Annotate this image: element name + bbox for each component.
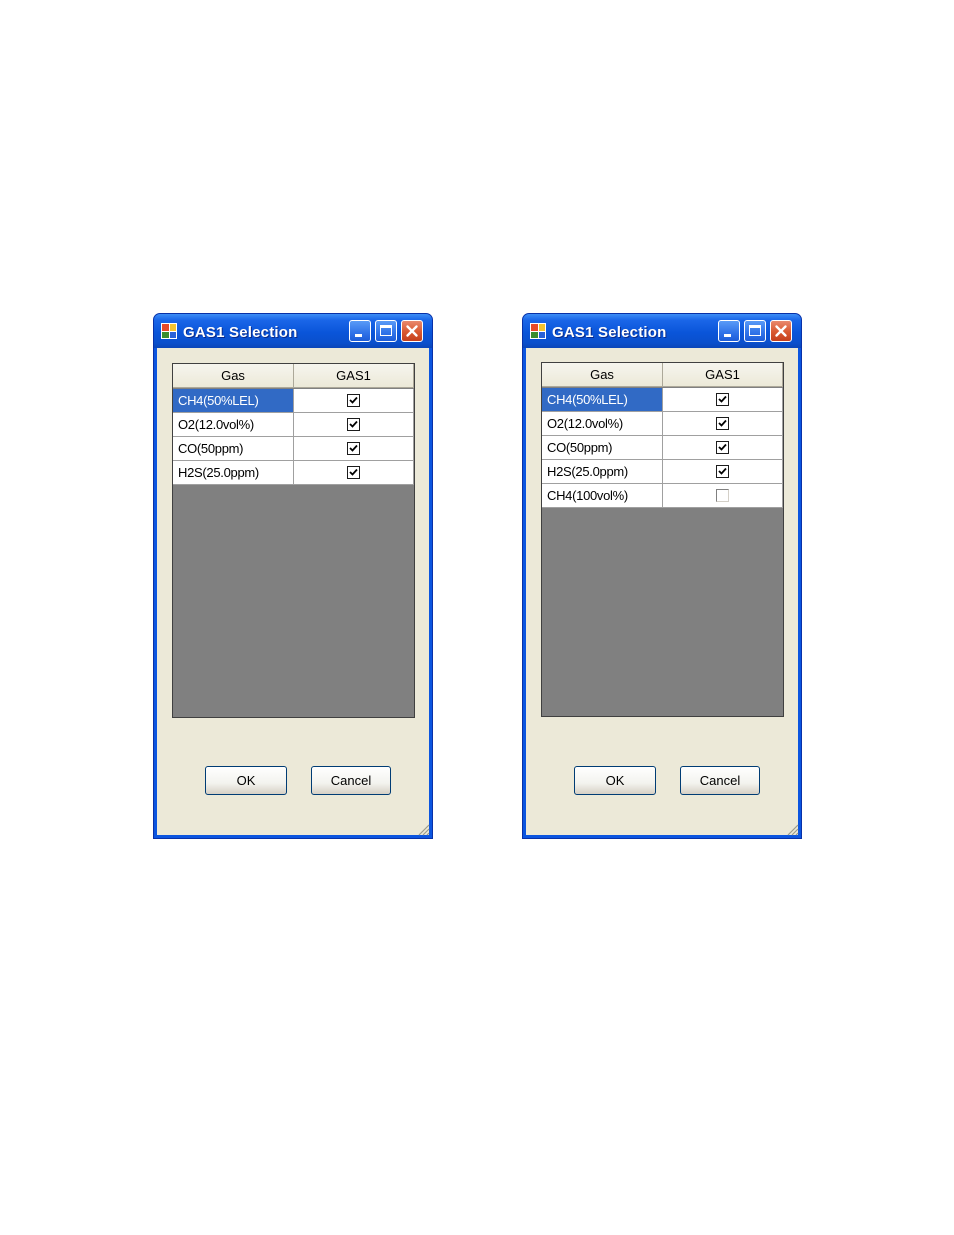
gas-name-cell[interactable]: O2(12.0vol%) [542,412,663,436]
table-row[interactable]: CO(50ppm) [173,437,414,461]
gas-grid[interactable]: Gas GAS1 CH4(50%LEL) O2(12.0vol%) CO(50p… [172,363,415,718]
gas-name-cell[interactable]: CO(50ppm) [542,436,663,460]
resize-grip-icon[interactable] [785,822,799,836]
column-header-gas[interactable]: Gas [542,363,663,387]
gas1-check-cell[interactable] [294,461,414,485]
close-button[interactable] [770,320,792,342]
table-row[interactable]: CH4(100vol%) [542,484,783,508]
checkmark-icon [718,467,727,475]
checkmark-icon [349,420,358,428]
checkbox[interactable] [716,441,729,454]
gas1-check-cell[interactable] [294,413,414,437]
gas-name-cell[interactable]: CH4(100vol%) [542,484,663,508]
checkbox[interactable] [716,393,729,406]
gas1-selection-dialog: GAS1 Selection Gas GAS1 CH4(50%LEL) O2(1… [153,313,433,839]
gas-name-cell[interactable]: O2(12.0vol%) [173,413,294,437]
grid-header-row: Gas GAS1 [542,363,783,387]
table-row[interactable]: CH4(50%LEL) [173,389,414,413]
grid-header-row: Gas GAS1 [173,364,414,388]
gas-name-cell[interactable]: H2S(25.0ppm) [173,461,294,485]
gas-name-cell[interactable]: CO(50ppm) [173,437,294,461]
ok-button[interactable]: OK [205,766,287,795]
maximize-button[interactable] [744,320,766,342]
maximize-button[interactable] [375,320,397,342]
dialog-client-area: Gas GAS1 CH4(50%LEL) O2(12.0vol%) CO(50p… [157,348,429,835]
checkmark-icon [349,468,358,476]
table-row[interactable]: H2S(25.0ppm) [542,460,783,484]
checkmark-icon [718,419,727,427]
table-row[interactable]: CO(50ppm) [542,436,783,460]
gas1-selection-dialog: GAS1 Selection Gas GAS1 CH4(50%LEL) O2(1… [522,313,802,839]
app-icon[interactable] [530,323,546,339]
resize-grip-icon[interactable] [416,822,430,836]
gas1-check-cell[interactable] [663,412,783,436]
minimize-button[interactable] [349,320,371,342]
table-row[interactable]: O2(12.0vol%) [173,413,414,437]
gas-name-cell[interactable]: H2S(25.0ppm) [542,460,663,484]
window-title: GAS1 Selection [552,324,667,341]
cancel-button[interactable]: Cancel [311,766,391,795]
checkbox[interactable] [347,442,360,455]
gas1-check-cell[interactable] [294,437,414,461]
checkmark-icon [718,443,727,451]
maximize-icon [380,325,392,336]
gas1-check-cell[interactable] [663,436,783,460]
column-header-gas1[interactable]: GAS1 [294,364,414,388]
minimize-icon [724,334,731,337]
checkbox[interactable] [347,394,360,407]
gas1-check-cell[interactable] [663,388,783,412]
checkbox[interactable] [716,489,729,502]
title-bar[interactable]: GAS1 Selection [154,314,432,348]
checkbox[interactable] [347,466,360,479]
window-title: GAS1 Selection [183,324,298,341]
ok-button[interactable]: OK [574,766,656,795]
maximize-icon [749,325,761,336]
gas-name-cell[interactable]: CH4(50%LEL) [173,389,294,413]
close-button[interactable] [401,320,423,342]
cancel-button[interactable]: Cancel [680,766,760,795]
minimize-button[interactable] [718,320,740,342]
dialog-client-area: Gas GAS1 CH4(50%LEL) O2(12.0vol%) CO(50p… [526,348,798,835]
app-icon[interactable] [161,323,177,339]
title-bar[interactable]: GAS1 Selection [523,314,801,348]
table-row[interactable]: CH4(50%LEL) [542,388,783,412]
minimize-icon [355,334,362,337]
gas1-check-cell[interactable] [294,389,414,413]
gas-grid[interactable]: Gas GAS1 CH4(50%LEL) O2(12.0vol%) CO(50p… [541,362,784,717]
gas1-check-cell[interactable] [663,484,783,508]
checkbox[interactable] [716,465,729,478]
column-header-gas1[interactable]: GAS1 [663,363,783,387]
gas-name-cell[interactable]: CH4(50%LEL) [542,388,663,412]
gas1-check-cell[interactable] [663,460,783,484]
checkmark-icon [349,396,358,404]
checkbox[interactable] [716,417,729,430]
close-icon [775,325,787,337]
table-row[interactable]: O2(12.0vol%) [542,412,783,436]
checkbox[interactable] [347,418,360,431]
column-header-gas[interactable]: Gas [173,364,294,388]
checkmark-icon [718,395,727,403]
table-row[interactable]: H2S(25.0ppm) [173,461,414,485]
checkmark-icon [349,444,358,452]
close-icon [406,325,418,337]
